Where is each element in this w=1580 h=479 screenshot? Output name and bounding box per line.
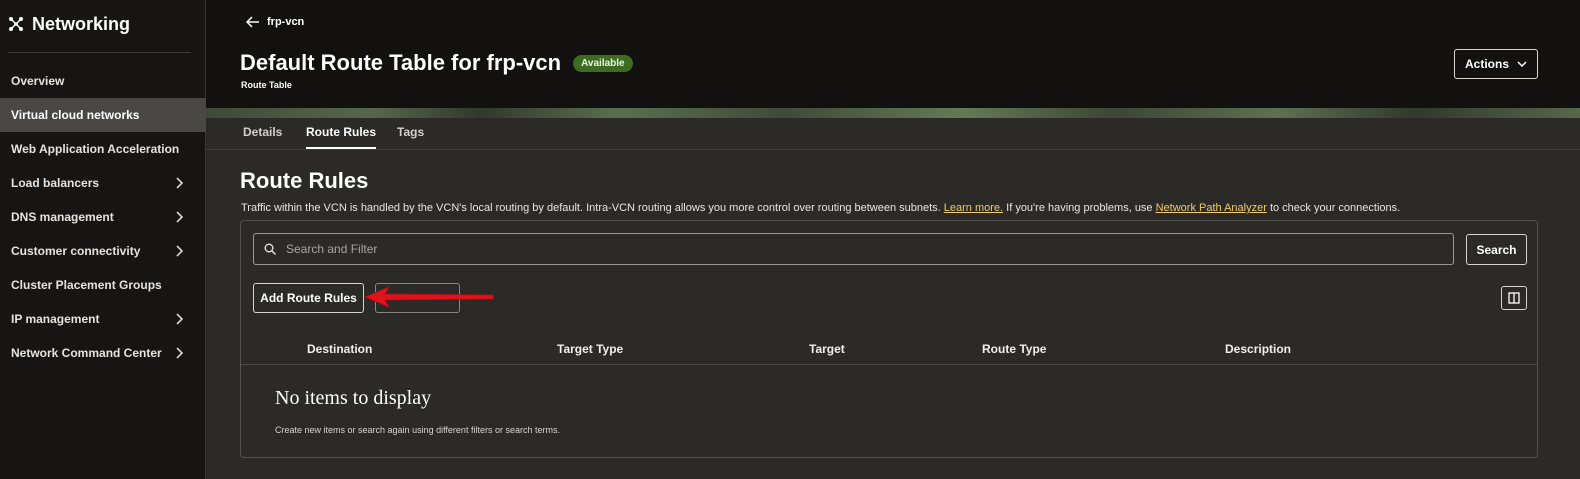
network-path-analyzer-link[interactable]: Network Path Analyzer bbox=[1156, 202, 1267, 214]
column-header-target-type[interactable]: Target Type bbox=[557, 342, 623, 356]
sidebar-item-label: Load balancers bbox=[11, 176, 100, 190]
actions-button-label: Actions bbox=[1464, 57, 1509, 71]
search-box bbox=[253, 233, 1454, 265]
back-link[interactable]: frp-vcn bbox=[246, 16, 304, 28]
sidebar-item-label: Customer connectivity bbox=[11, 244, 141, 258]
sidebar-item-virtual-cloud-networks[interactable]: Virtual cloud networks bbox=[0, 98, 206, 132]
description-text: Traffic within the VCN is handled by the… bbox=[241, 202, 944, 214]
sidebar-item-cluster-placement-groups[interactable]: Cluster Placement Groups bbox=[0, 268, 206, 302]
section-title: Route Rules bbox=[240, 168, 369, 193]
arrow-left-icon bbox=[246, 16, 259, 28]
header-banner-strip bbox=[206, 108, 1580, 118]
page-subtitle: Route Table bbox=[241, 80, 292, 90]
sidebar-item-label: Virtual cloud networks bbox=[11, 108, 140, 122]
sidebar-item-web-application-acceleration[interactable]: Web Application Acceleration bbox=[0, 132, 206, 166]
description-text: to check your connections. bbox=[1266, 202, 1401, 214]
empty-state-title: No items to display bbox=[275, 387, 432, 409]
tab-route-rules[interactable]: Route Rules bbox=[306, 125, 377, 149]
sidebar-item-ip-management[interactable]: IP management bbox=[0, 302, 206, 336]
status-badge: Available bbox=[573, 54, 633, 72]
sidebar-item-label: Overview bbox=[11, 74, 65, 88]
app-root: Networking Overview Virtual cloud networ… bbox=[0, 0, 1580, 479]
sidebar-item-dns-management[interactable]: DNS management bbox=[0, 200, 206, 234]
learn-more-link[interactable]: Learn more. bbox=[944, 202, 1003, 214]
tab-tags[interactable]: Tags bbox=[397, 125, 424, 149]
sidebar-nav: Overview Virtual cloud networks Web Appl… bbox=[0, 64, 206, 370]
column-header-description[interactable]: Description bbox=[1225, 342, 1291, 356]
tab-details[interactable]: Details bbox=[243, 125, 282, 149]
sidebar-divider bbox=[8, 52, 191, 53]
sidebar-item-label: Cluster Placement Groups bbox=[11, 278, 162, 292]
chevron-right-icon bbox=[176, 245, 184, 257]
empty-state-subtitle: Create new items or search again using d… bbox=[275, 425, 560, 435]
search-icon bbox=[264, 243, 276, 255]
column-header-route-type[interactable]: Route Type bbox=[982, 342, 1046, 356]
chevron-right-icon bbox=[176, 211, 184, 223]
sidebar-item-network-command-center[interactable]: Network Command Center bbox=[0, 336, 206, 370]
sidebar-header: Networking bbox=[0, 0, 205, 48]
back-link-label: frp-vcn bbox=[267, 16, 305, 28]
column-settings-button[interactable] bbox=[1501, 286, 1527, 310]
chevron-down-icon bbox=[1517, 61, 1527, 67]
tab-bar: Details Route Rules Tags bbox=[206, 118, 1580, 150]
sidebar-item-customer-connectivity[interactable]: Customer connectivity bbox=[0, 234, 206, 268]
networking-icon bbox=[9, 17, 23, 31]
actions-button[interactable]: Actions bbox=[1454, 49, 1538, 79]
column-header-target[interactable]: Target bbox=[809, 342, 845, 356]
sidebar-item-label: Network Command Center bbox=[11, 346, 162, 360]
search-button[interactable]: Search bbox=[1466, 234, 1527, 265]
page-header: frp-vcn Default Route Table for frp-vcn … bbox=[206, 0, 1580, 110]
section-description: Traffic within the VCN is handled by the… bbox=[241, 202, 1400, 214]
description-text: If you're having problems, use bbox=[1003, 202, 1156, 214]
sidebar-item-overview[interactable]: Overview bbox=[0, 64, 206, 98]
sidebar-item-label: DNS management bbox=[11, 210, 114, 224]
chevron-right-icon bbox=[176, 313, 184, 325]
add-route-rules-button[interactable]: Add Route Rules bbox=[253, 283, 364, 313]
chevron-right-icon bbox=[176, 347, 184, 359]
sidebar-title: Networking bbox=[32, 13, 131, 34]
columns-icon bbox=[1508, 292, 1520, 304]
sidebar-item-label: Web Application Acceleration bbox=[11, 142, 180, 156]
sidebar-item-load-balancers[interactable]: Load balancers bbox=[0, 166, 206, 200]
chevron-right-icon bbox=[176, 177, 184, 189]
sidebar: Networking Overview Virtual cloud networ… bbox=[0, 0, 206, 479]
table-header: Destination Target Type Target Route Typ… bbox=[241, 333, 1537, 365]
sidebar-item-label: IP management bbox=[11, 312, 100, 326]
search-input[interactable] bbox=[286, 235, 1453, 263]
red-arrow-annotation bbox=[363, 286, 494, 308]
title-row: Default Route Table for frp-vcn Availabl… bbox=[240, 50, 633, 76]
route-rules-panel: Search Add Route Rules Destination Targe… bbox=[240, 220, 1538, 458]
column-header-destination[interactable]: Destination bbox=[307, 342, 372, 356]
page-title: Default Route Table for frp-vcn bbox=[240, 50, 562, 75]
